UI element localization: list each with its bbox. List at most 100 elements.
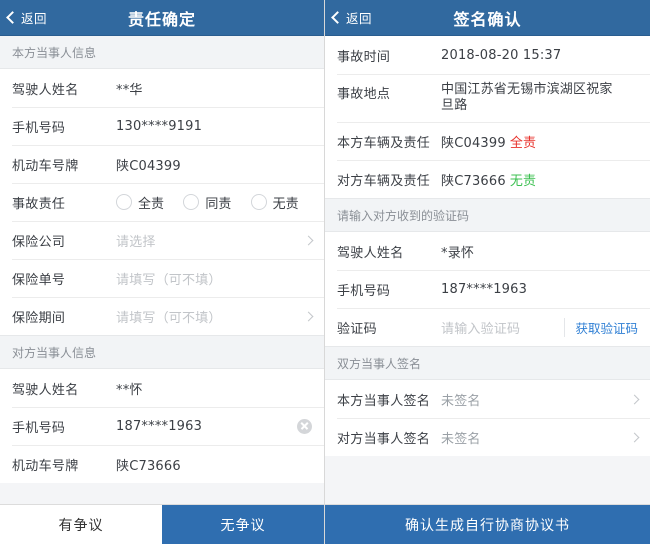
section-header-own-party: 本方当事人信息 bbox=[0, 36, 324, 69]
section-header-verification-code: 请输入对方收到的验证码 bbox=[325, 198, 650, 232]
accident-info-card: 事故时间 2018-08-20 15:37 事故地点 中国江苏省无锡市滨湖区祝家… bbox=[325, 36, 650, 198]
radio-option-no-liability[interactable]: 无责 bbox=[250, 193, 312, 212]
screen-liability-confirmation: 返回 责任确定 本方当事人信息 驾驶人姓名 **华 手机号码 130****91… bbox=[0, 0, 325, 544]
row-value: 陕C04399 bbox=[116, 158, 181, 174]
left-navbar: 返回 责任确定 bbox=[0, 0, 324, 36]
row-label: 机动车号牌 bbox=[12, 458, 79, 474]
row-label: 机动车号牌 bbox=[12, 158, 79, 174]
row-label: 本方当事人签名 bbox=[337, 393, 431, 409]
clear-circle-icon[interactable] bbox=[297, 418, 312, 434]
left-back-button[interactable]: 返回 bbox=[0, 8, 47, 27]
right-page-title: 签名确认 bbox=[453, 9, 522, 29]
liability-radio-group: 全责 同责 无责 bbox=[116, 193, 312, 212]
row-label: 保险单号 bbox=[12, 272, 66, 288]
other-party-card: 驾驶人姓名 **怀 手机号码 187****1963 机动车号牌 陕C73666 bbox=[0, 369, 324, 483]
other-plate-value: 陕C73666 bbox=[441, 173, 506, 189]
row-own-plate: 机动车号牌 陕C04399 bbox=[0, 145, 324, 183]
row-label: 对方当事人签名 bbox=[337, 431, 431, 447]
chevron-left-icon bbox=[6, 11, 19, 24]
row-label: 手机号码 bbox=[337, 283, 391, 299]
right-back-button[interactable]: 返回 bbox=[325, 8, 372, 27]
row-other-party-signature[interactable]: 对方当事人签名 未签名 bbox=[325, 418, 650, 456]
generate-agreement-button[interactable]: 确认生成自行协商协议书 bbox=[325, 505, 650, 544]
row-label: 对方车辆及责任 bbox=[337, 173, 431, 189]
row-value: 请填写（可不填） bbox=[116, 310, 222, 326]
radio-label: 同责 bbox=[205, 196, 232, 212]
right-scroll-body[interactable]: 事故时间 2018-08-20 15:37 事故地点 中国江苏省无锡市滨湖区祝家… bbox=[325, 36, 650, 504]
row-value: **怀 bbox=[116, 382, 143, 398]
undisputed-button[interactable]: 无争议 bbox=[162, 505, 324, 544]
signature-card: 本方当事人签名 未签名 对方当事人签名 未签名 bbox=[325, 380, 650, 456]
row-label: 事故时间 bbox=[337, 49, 391, 65]
row-value: 请填写（可不填） bbox=[116, 272, 222, 288]
own-liability-tag: 全责 bbox=[509, 135, 537, 151]
row-label: 本方车辆及责任 bbox=[337, 135, 431, 151]
row-policy-number[interactable]: 保险单号 请填写（可不填） bbox=[0, 259, 324, 297]
radio-option-shared-liability[interactable]: 同责 bbox=[183, 193, 244, 212]
row-label: 事故地点 bbox=[337, 87, 391, 102]
left-back-label: 返回 bbox=[21, 11, 48, 26]
row-label: 验证码 bbox=[337, 321, 377, 337]
section-header-other-party: 对方当事人信息 bbox=[0, 335, 324, 369]
chevron-right-icon bbox=[629, 394, 640, 404]
right-bottom-bar: 确认生成自行协商协议书 bbox=[325, 504, 650, 544]
left-bottom-bar: 有争议 无争议 bbox=[0, 504, 324, 544]
radio-circle-icon bbox=[183, 194, 200, 210]
row-value: 187****1963 bbox=[441, 281, 528, 297]
row-other-driver-name: 驾驶人姓名 **怀 bbox=[0, 369, 324, 407]
chevron-right-icon bbox=[629, 432, 640, 442]
radio-option-full-liability[interactable]: 全责 bbox=[116, 193, 177, 212]
chevron-right-icon bbox=[303, 235, 314, 245]
row-accident-liability: 事故责任 全责 同责 无责 bbox=[0, 183, 324, 221]
chevron-right-icon bbox=[303, 311, 314, 321]
row-label: 保险公司 bbox=[12, 234, 66, 250]
disputed-button[interactable]: 有争议 bbox=[0, 505, 162, 544]
row-value: 2018-08-20 15:37 bbox=[441, 47, 562, 63]
section-header-signatures: 双方当事人签名 bbox=[325, 346, 650, 380]
row-other-phone[interactable]: 手机号码 187****1963 bbox=[0, 407, 324, 445]
other-liability-tag: 无责 bbox=[509, 173, 537, 189]
row-verify-driver-name: 驾驶人姓名 *录怀 bbox=[325, 232, 650, 270]
row-own-driver-name: 驾驶人姓名 **华 bbox=[0, 69, 324, 107]
row-accident-location: 事故地点 中国江苏省无锡市滨湖区祝家旦路 bbox=[325, 74, 650, 122]
radio-label: 无责 bbox=[272, 196, 299, 212]
radio-label: 全责 bbox=[138, 196, 165, 212]
radio-circle-icon bbox=[250, 194, 267, 210]
radio-circle-icon bbox=[116, 194, 132, 210]
row-value: **华 bbox=[116, 82, 143, 98]
left-scroll-body[interactable]: 本方当事人信息 驾驶人姓名 **华 手机号码 130****9191 机动车号牌… bbox=[0, 36, 324, 504]
screen-signature-confirmation: 返回 签名确认 事故时间 2018-08-20 15:37 事故地点 中国江苏省… bbox=[325, 0, 650, 544]
row-label: 驾驶人姓名 bbox=[12, 82, 79, 98]
row-policy-period[interactable]: 保险期间 请填写（可不填） bbox=[0, 297, 324, 335]
verification-card: 驾驶人姓名 *录怀 手机号码 187****1963 验证码 请输入验证码 获取… bbox=[325, 232, 650, 346]
row-accident-time: 事故时间 2018-08-20 15:37 bbox=[325, 36, 650, 74]
own-plate-value: 陕C04399 bbox=[441, 135, 506, 151]
verification-code-input[interactable]: 请输入验证码 bbox=[441, 318, 564, 337]
row-label: 事故责任 bbox=[12, 196, 66, 212]
row-label: 保险期间 bbox=[12, 310, 66, 326]
row-value: 陕C73666 bbox=[116, 458, 181, 474]
own-party-card: 驾驶人姓名 **华 手机号码 130****9191 机动车号牌 陕C04399… bbox=[0, 69, 324, 335]
get-verification-code-button[interactable]: 获取验证码 bbox=[564, 317, 638, 337]
row-value: 未签名 bbox=[441, 431, 481, 447]
row-own-vehicle-liability: 本方车辆及责任 陕C04399 全责 bbox=[325, 122, 650, 160]
row-value: 未签名 bbox=[441, 393, 481, 409]
row-insurance-company[interactable]: 保险公司 请选择 bbox=[0, 221, 324, 259]
right-navbar: 返回 签名确认 bbox=[325, 0, 650, 36]
right-back-label: 返回 bbox=[346, 11, 373, 26]
row-value: 中国江苏省无锡市滨湖区祝家旦路 bbox=[441, 82, 613, 113]
row-verify-phone: 手机号码 187****1963 bbox=[325, 270, 650, 308]
row-value: 陕C73666 无责 bbox=[441, 170, 638, 189]
row-value: 130****9191 bbox=[116, 118, 203, 134]
row-verification-code: 验证码 请输入验证码 获取验证码 bbox=[325, 308, 650, 346]
row-value: 请选择 bbox=[116, 234, 156, 250]
row-label: 驾驶人姓名 bbox=[12, 382, 79, 398]
row-other-vehicle-liability: 对方车辆及责任 陕C73666 无责 bbox=[325, 160, 650, 198]
row-label: 手机号码 bbox=[12, 120, 66, 136]
row-value: 187****1963 bbox=[116, 418, 203, 434]
row-label: 驾驶人姓名 bbox=[337, 245, 404, 261]
row-value: *录怀 bbox=[441, 245, 475, 261]
row-other-plate: 机动车号牌 陕C73666 bbox=[0, 445, 324, 483]
row-own-phone: 手机号码 130****9191 bbox=[0, 107, 324, 145]
row-own-party-signature[interactable]: 本方当事人签名 未签名 bbox=[325, 380, 650, 418]
